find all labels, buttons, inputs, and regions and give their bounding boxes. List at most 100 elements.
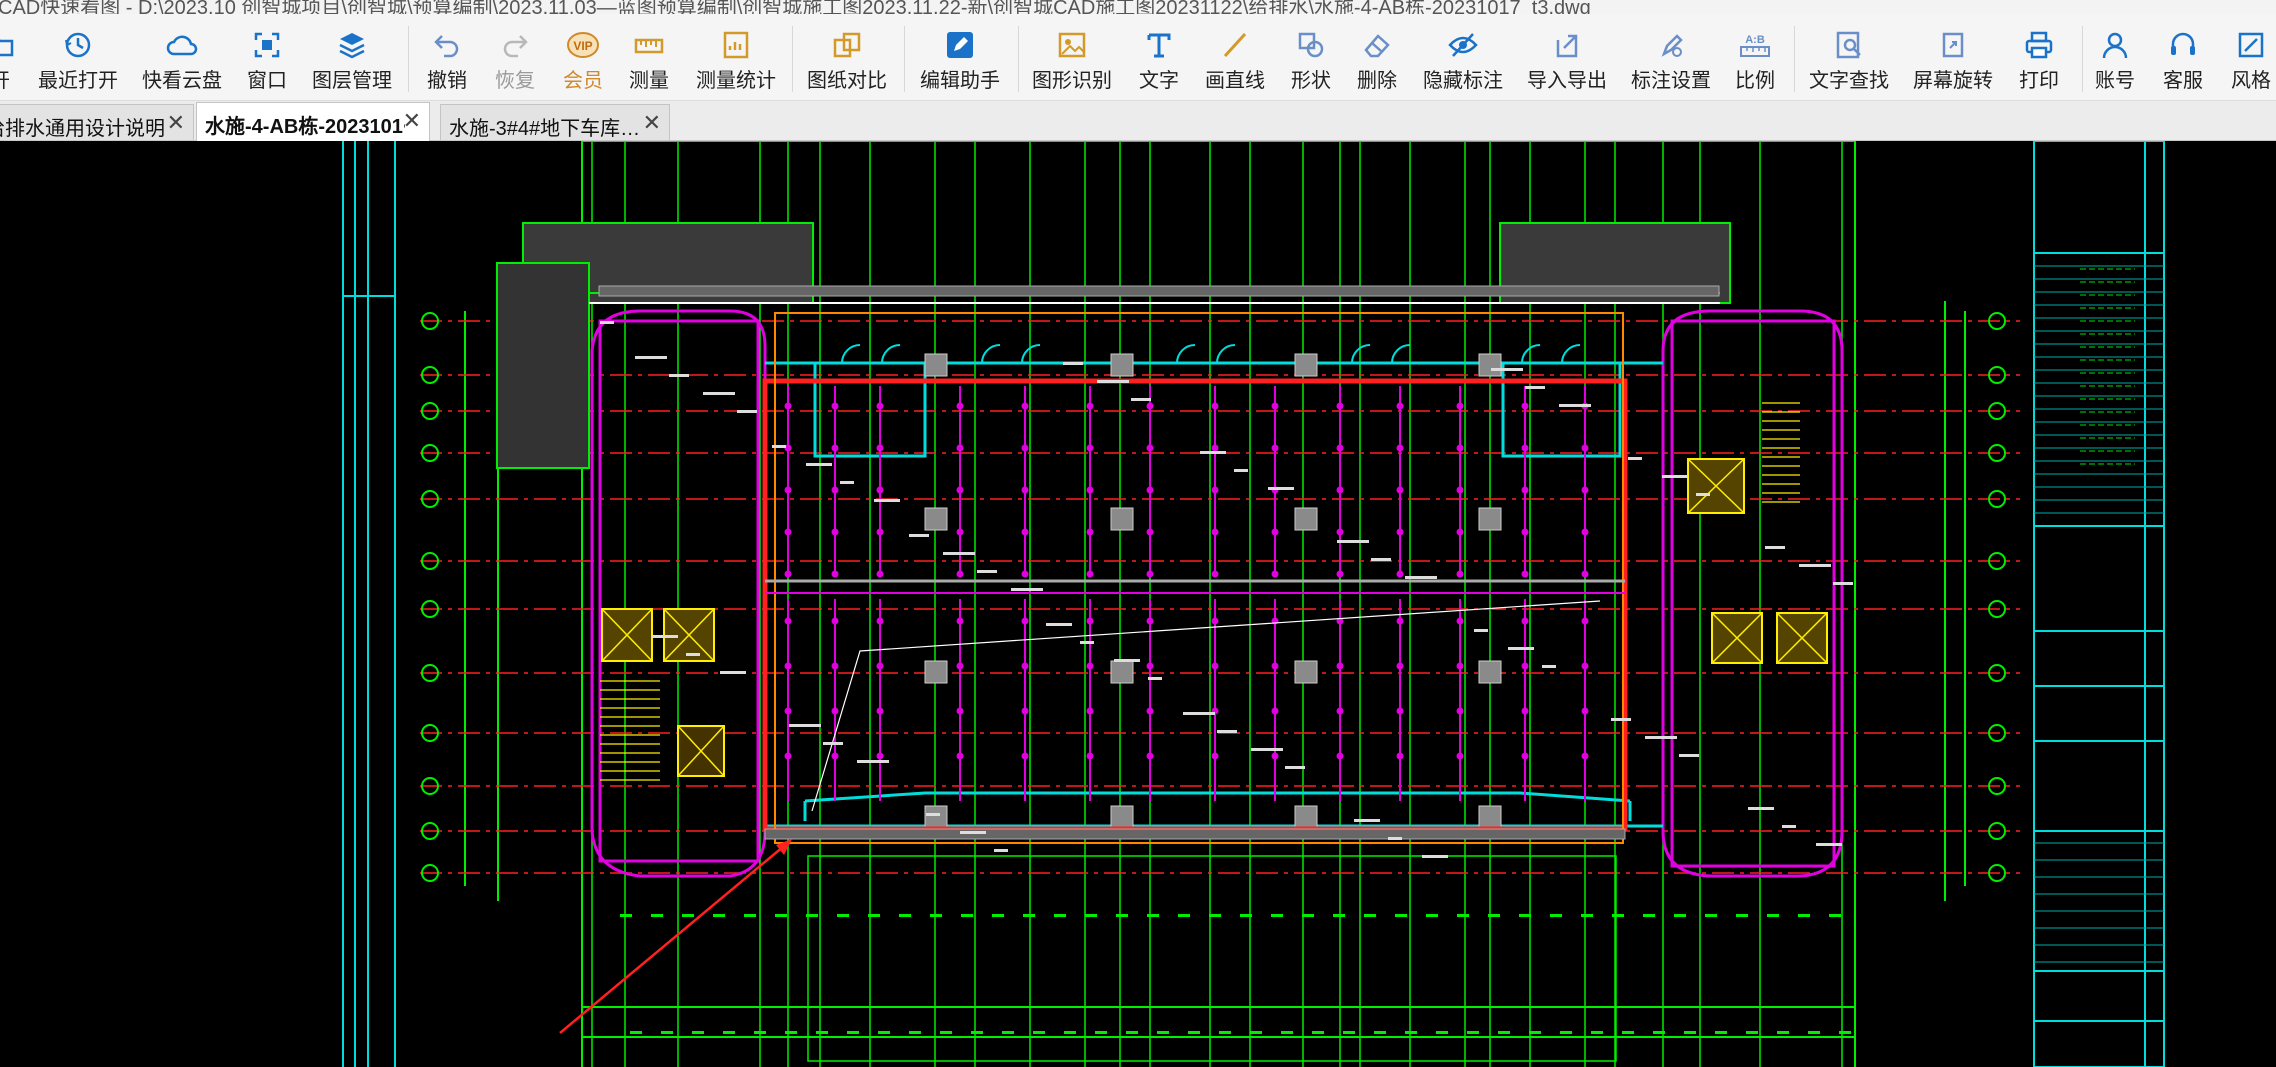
sprinkler-head — [1456, 617, 1464, 625]
dimension-text — [651, 914, 663, 917]
close-icon[interactable]: ✕ — [403, 108, 421, 134]
toolbar-window-button[interactable]: 窗口 — [244, 14, 290, 100]
sprinkler-head — [1146, 444, 1154, 452]
toolbar-cloud-button[interactable]: 快看云盘 — [140, 14, 224, 100]
toolbar-text-button[interactable]: 文字 — [1136, 14, 1182, 100]
door-swing — [1216, 344, 1236, 364]
annotation-mark — [1799, 564, 1831, 567]
tab-ab-building-drawing[interactable]: 水施-4-AB栋-2023101· ✕ — [196, 102, 430, 141]
sprinkler-head — [1581, 662, 1589, 670]
tab-garage-drawing[interactable]: 水施-3#4#地下车库… ✕ — [440, 104, 670, 140]
door-swing — [841, 344, 861, 364]
toolbar-open-button[interactable]: 开 — [0, 14, 18, 100]
toolbar-measure-stats-button[interactable]: 测量统计 — [696, 14, 776, 100]
dimension-text — [1777, 1031, 1789, 1034]
sprinkler-head — [1581, 617, 1589, 625]
toolbar-separator — [904, 26, 905, 92]
door-swing — [1391, 344, 1411, 364]
sprinkler-head — [1271, 570, 1279, 578]
sprinkler-head — [1396, 617, 1404, 625]
toolbar-recent-button[interactable]: 最近打开 — [38, 14, 118, 100]
toolbar-account-button[interactable]: 账号 — [2092, 14, 2138, 100]
dimension-text — [1426, 914, 1438, 917]
sprinkler-head — [876, 617, 884, 625]
dimension-text — [1405, 1031, 1417, 1034]
toolbar-edit-assistant-button[interactable]: 编辑助手 — [918, 14, 1002, 100]
toolbar-undo-button[interactable]: 撤销 — [424, 14, 470, 100]
toolbar-measure-button[interactable]: 测量 — [626, 14, 672, 100]
sprinkler-head — [784, 486, 792, 494]
toolbar-scale-button[interactable]: A:B 比例 — [1732, 14, 1778, 100]
close-icon[interactable]: ✕ — [167, 110, 185, 136]
dimension-text — [1023, 914, 1035, 917]
sprinkler-head — [956, 707, 964, 715]
sprinkler-head — [1581, 528, 1589, 536]
toolbar-label: 标注设置 — [1631, 70, 1711, 92]
structural-column — [1110, 507, 1134, 531]
sprinkler-head — [1336, 444, 1344, 452]
sprinkler-head — [1456, 570, 1464, 578]
cad-drawing-canvas[interactable] — [0, 141, 2276, 1067]
tab-design-notes[interactable]: 给排水通用设计说明 ✕ — [0, 104, 194, 140]
toolbar-text-search-button[interactable]: 文字查找 — [1808, 14, 1890, 100]
toolbar-redo-button[interactable]: 恢复 — [492, 14, 538, 100]
sprinkler-head — [1086, 707, 1094, 715]
sprinkler-head — [876, 486, 884, 494]
toolbar-shape-recognize-button[interactable]: 图形识别 — [1030, 14, 1114, 100]
eraser-icon — [1364, 34, 1390, 58]
toolbar-rotate-screen-button[interactable]: 屏幕旋转 — [1912, 14, 1994, 100]
dimension-text — [1736, 914, 1748, 917]
sprinkler-head — [831, 444, 839, 452]
close-icon[interactable]: ✕ — [643, 110, 661, 136]
dimension-text — [692, 1031, 704, 1034]
annotation-mark — [1234, 469, 1248, 472]
toolbar-label: 文字 — [1139, 70, 1179, 92]
sprinkler-head — [1581, 444, 1589, 452]
dimension-text — [1188, 1031, 1200, 1034]
annotation-mark — [1748, 807, 1774, 810]
dimension-text — [1612, 914, 1624, 917]
toolbar-compare-button[interactable]: 图纸对比 — [804, 14, 890, 100]
toolbar-shape-button[interactable]: 形状 — [1288, 14, 1334, 100]
toolbar-support-button[interactable]: 客服 — [2160, 14, 2206, 100]
toolbar-layers-button[interactable]: 图层管理 — [312, 14, 392, 100]
annotation-mark — [1833, 582, 1853, 585]
sprinkler-head — [1396, 402, 1404, 410]
dimension-text — [1064, 1031, 1076, 1034]
dimension-text — [1839, 1031, 1851, 1034]
toolbar-style-button[interactable]: 风格 — [2228, 14, 2274, 100]
annotation-mark — [1611, 718, 1631, 721]
dimension-text — [1643, 914, 1655, 917]
dimension-text — [1085, 914, 1097, 917]
structural-column — [1110, 353, 1134, 377]
sprinkler-head — [1336, 707, 1344, 715]
structural-column — [1294, 805, 1318, 829]
dimension-text — [1746, 1031, 1758, 1034]
annotation-mark — [1337, 540, 1369, 543]
toolbar-label: 编辑助手 — [920, 70, 1000, 92]
sprinkler-head — [1396, 662, 1404, 670]
annotation-mark — [600, 321, 614, 324]
sprinkler-head — [876, 662, 884, 670]
toolbar-label: 会员 — [563, 70, 603, 92]
sprinkler-head — [784, 528, 792, 536]
toolbar-hide-annotation-button[interactable]: 隐藏标注 — [1422, 14, 1504, 100]
toolbar-print-button[interactable]: 打印 — [2016, 14, 2062, 100]
text-search-icon — [1836, 31, 1861, 59]
sprinkler-head — [1021, 528, 1029, 536]
toolbar-vip-button[interactable]: VIP 会员 — [560, 14, 606, 100]
toolbar-import-export-button[interactable]: 导入导出 — [1526, 14, 1608, 100]
sprinkler-head — [1456, 707, 1464, 715]
toolbar-line-button[interactable]: 画直线 — [1202, 14, 1268, 100]
layers-icon — [339, 33, 365, 59]
toolbar-delete-button[interactable]: 删除 — [1354, 14, 1400, 100]
toolbar-separator — [408, 26, 409, 92]
annotation-mark — [960, 831, 986, 834]
sprinkler-head — [1086, 528, 1094, 536]
toolbar-annotation-settings-button[interactable]: 标注设置 — [1630, 14, 1712, 100]
annotation-mark — [652, 635, 678, 638]
sprinkler-head — [1581, 752, 1589, 760]
annotation-mark — [1148, 677, 1162, 680]
sprinkler-head — [784, 752, 792, 760]
dimension-text — [1715, 1031, 1727, 1034]
